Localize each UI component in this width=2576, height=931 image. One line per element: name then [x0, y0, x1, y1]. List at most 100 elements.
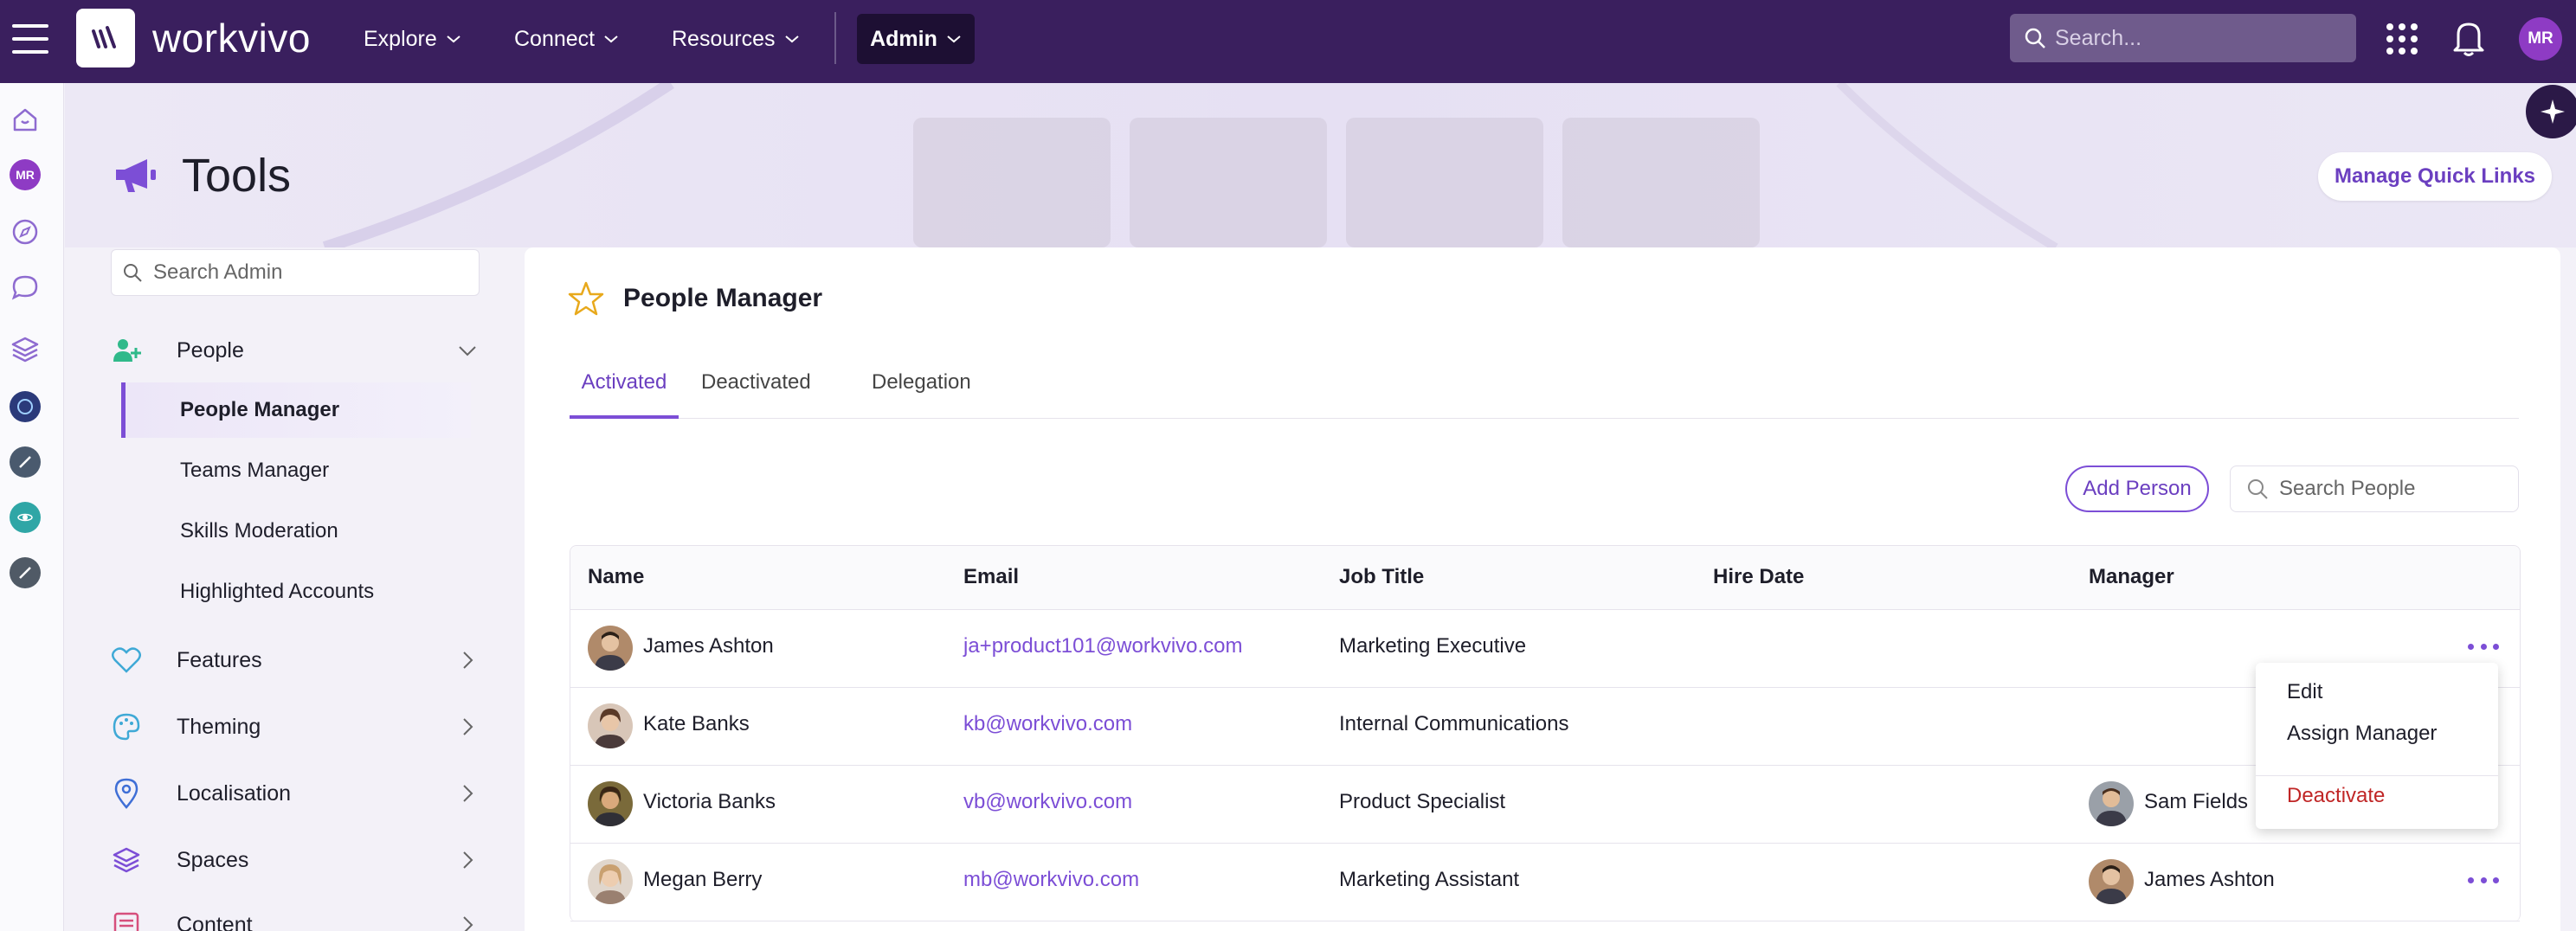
tabs: Activated Deactivated Delegation: [570, 369, 2519, 419]
person-name[interactable]: Victoria Banks: [643, 790, 776, 814]
manager-name[interactable]: Sam Fields: [2144, 790, 2248, 814]
column-header-hire-date[interactable]: Hire Date: [1713, 565, 1804, 589]
nav-resources[interactable]: Resources: [672, 24, 800, 54]
table-row[interactable]: James Ashton ja+product101@workvivo.com …: [570, 610, 2520, 688]
nav-admin[interactable]: Admin: [857, 14, 975, 64]
rail-home-icon[interactable]: [10, 104, 41, 135]
sidebar-section-spaces[interactable]: Spaces: [111, 837, 483, 883]
menu-item-deactivate[interactable]: Deactivate: [2287, 784, 2385, 808]
sidebar-item-teams-manager[interactable]: Teams Manager: [121, 443, 471, 498]
header-banner: [65, 83, 2576, 247]
nav-connect[interactable]: Connect: [514, 24, 619, 54]
nav-explore[interactable]: Explore: [364, 24, 461, 54]
person-name[interactable]: James Ashton: [643, 634, 774, 658]
menu-item-assign-manager[interactable]: Assign Manager: [2287, 722, 2437, 746]
palette-icon: [111, 711, 142, 742]
column-header-email[interactable]: Email: [963, 565, 1019, 589]
person-avatar[interactable]: [588, 859, 633, 904]
rail-space-atom-icon[interactable]: [10, 502, 41, 533]
chevron-right-icon: [463, 851, 473, 869]
people-manager-card: People Manager Activated Deactivated Del…: [525, 247, 2560, 931]
banner-photo: [1346, 118, 1543, 247]
sidebar-item-skills-moderation[interactable]: Skills Moderation: [121, 504, 471, 559]
rail-space-globe-icon[interactable]: [10, 391, 41, 422]
column-header-name[interactable]: Name: [588, 565, 644, 589]
admin-search-input[interactable]: [153, 260, 465, 285]
tab-activated[interactable]: Activated: [570, 369, 679, 419]
sidebar-section-people[interactable]: People: [111, 327, 483, 374]
add-person-button[interactable]: Add Person: [2065, 466, 2209, 512]
tab-delegation[interactable]: Delegation: [872, 369, 971, 419]
person-avatar[interactable]: [588, 703, 633, 748]
manager-name[interactable]: James Ashton: [2144, 868, 2275, 892]
chevron-down-icon: [784, 35, 799, 43]
person-job-title: Marketing Executive: [1339, 634, 1527, 658]
sidebar-section-label: People: [177, 337, 244, 363]
rail-compass-icon[interactable]: [10, 216, 41, 247]
menu-item-edit[interactable]: Edit: [2287, 680, 2322, 704]
person-email[interactable]: mb@workvivo.com: [963, 868, 1139, 892]
search-icon: [2248, 479, 2268, 499]
workvivo-logo-icon[interactable]: [76, 9, 135, 67]
person-avatar[interactable]: [588, 781, 633, 826]
sidebar-section-theming[interactable]: Theming: [111, 703, 483, 750]
tab-deactivated[interactable]: Deactivated: [701, 369, 811, 419]
banner-photo: [1562, 118, 1760, 247]
rail-profile-avatar[interactable]: MR: [10, 159, 41, 190]
rail-chat-icon[interactable]: [10, 272, 41, 303]
search-people[interactable]: [2230, 466, 2519, 512]
nav-resources-label: Resources: [672, 27, 776, 51]
person-email[interactable]: ja+product101@workvivo.com: [963, 634, 1243, 658]
manage-quick-links-button[interactable]: Manage Quick Links: [2318, 152, 2552, 201]
nav-divider: [834, 12, 836, 64]
apps-grid-icon[interactable]: [2386, 22, 2418, 55]
chevron-down-icon: [447, 35, 460, 43]
manager-avatar[interactable]: [2089, 859, 2134, 904]
column-header-manager[interactable]: Manager: [2089, 565, 2174, 589]
row-actions-menu: Edit Assign Manager Deactivate: [2256, 663, 2498, 829]
menu-divider: [2256, 775, 2498, 776]
rail-space-tools-icon[interactable]: [10, 446, 41, 478]
page-title: Tools: [182, 150, 292, 202]
sidebar-item-highlighted-accounts[interactable]: Highlighted Accounts: [121, 564, 471, 620]
column-header-job-title[interactable]: Job Title: [1339, 565, 1424, 589]
ai-assistant-sparkle-icon[interactable]: [2526, 85, 2576, 138]
global-search-input[interactable]: [2055, 25, 2332, 51]
chevron-right-icon: [463, 652, 473, 669]
nav-admin-label: Admin: [870, 26, 937, 51]
brand-name[interactable]: workvivo: [152, 14, 311, 62]
card-title: People Manager: [623, 284, 823, 312]
heart-icon: [111, 645, 142, 676]
favorite-star-icon[interactable]: [568, 280, 604, 317]
people-table: Name Email Job Title Hire Date Manager J…: [570, 545, 2521, 921]
table-row[interactable]: Victoria Banks vb@workvivo.com Product S…: [570, 766, 2520, 844]
manager-avatar[interactable]: [2089, 781, 2134, 826]
left-rail: MR: [0, 83, 64, 931]
sidebar-section-localisation[interactable]: Localisation: [111, 770, 483, 817]
sidebar-section-label: Content: [177, 912, 253, 931]
sidebar-section-content[interactable]: Content: [111, 902, 483, 931]
person-name[interactable]: Megan Berry: [643, 868, 762, 892]
chevron-down-icon: [947, 35, 961, 43]
sidebar-item-people-manager[interactable]: People Manager: [121, 382, 471, 438]
admin-search[interactable]: [111, 249, 480, 296]
table-row[interactable]: Megan Berry mb@workvivo.com Marketing As…: [570, 844, 2520, 921]
person-name[interactable]: Kate Banks: [643, 712, 750, 736]
sidebar-section-features[interactable]: Features: [111, 637, 483, 684]
row-actions-more-icon[interactable]: [2468, 870, 2499, 890]
person-email[interactable]: kb@workvivo.com: [963, 712, 1132, 736]
notifications-bell-icon[interactable]: [2451, 19, 2486, 57]
sidebar-section-label: Theming: [177, 714, 261, 739]
global-search[interactable]: [2010, 14, 2356, 62]
chevron-down-icon: [459, 346, 476, 356]
rail-layers-icon[interactable]: [10, 334, 41, 365]
row-actions-more-icon[interactable]: [2468, 636, 2499, 657]
person-avatar[interactable]: [588, 626, 633, 671]
person-email[interactable]: vb@workvivo.com: [963, 790, 1132, 814]
table-row[interactable]: Kate Banks kb@workvivo.com Internal Comm…: [570, 688, 2520, 766]
user-avatar[interactable]: MR: [2519, 17, 2562, 61]
menu-icon[interactable]: [12, 24, 48, 54]
search-people-input[interactable]: [2279, 477, 2504, 501]
rail-space-wrench-icon[interactable]: [10, 557, 41, 588]
sidebar-section-label: Features: [177, 647, 262, 672]
